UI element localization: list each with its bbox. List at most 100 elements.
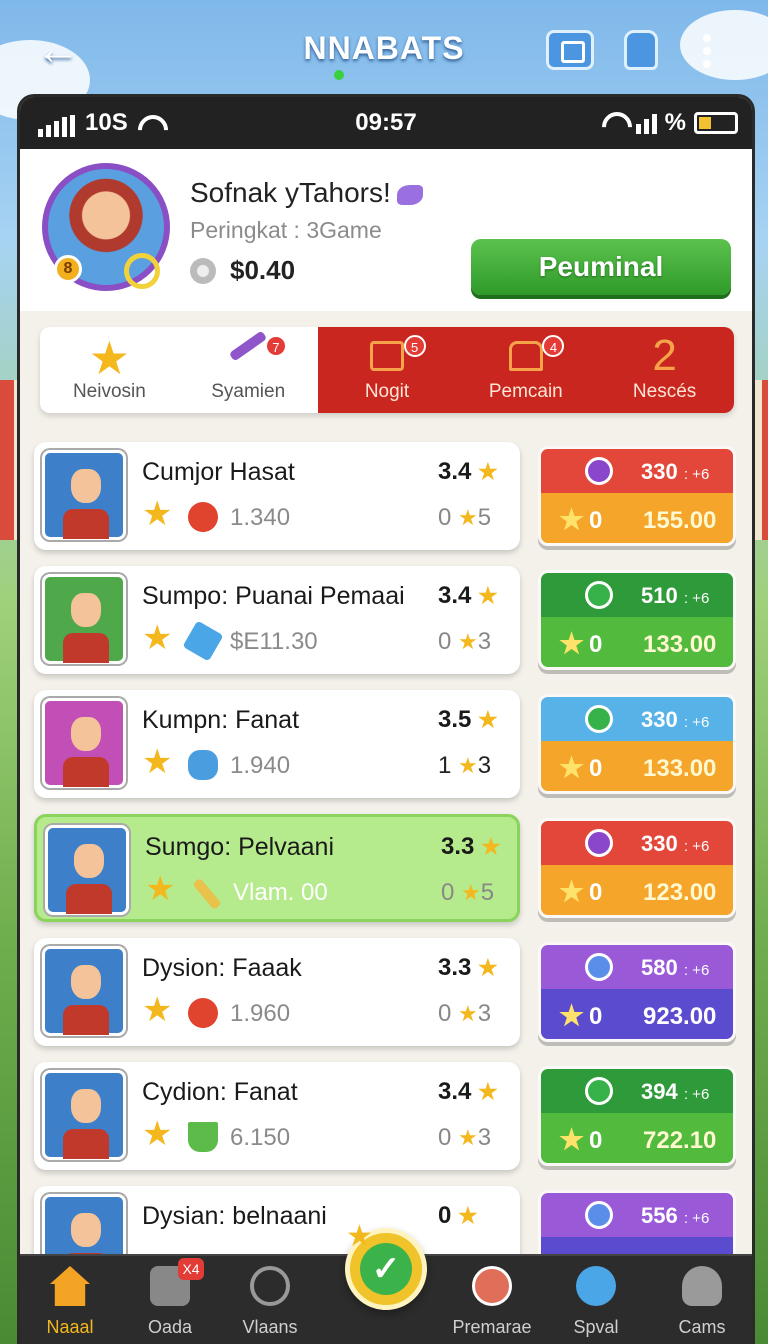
badge-amount: 722.10 bbox=[643, 1127, 717, 1154]
star-count: 0 ★3 bbox=[438, 628, 492, 655]
nav-item-home[interactable]: Naaal bbox=[20, 1256, 120, 1344]
nav-item-oada[interactable]: X4 Oada bbox=[120, 1256, 220, 1344]
star-icon: ★ bbox=[461, 880, 481, 905]
star-count: 0 ★3 bbox=[438, 1000, 492, 1027]
check-icon bbox=[585, 953, 613, 981]
list-item[interactable]: Kumpn: Fanat 3.5 ★ ★ 1.940 1 ★3 330 : +6 ★ 0 133… bbox=[34, 690, 738, 814]
person-icon bbox=[682, 1266, 722, 1306]
game-card[interactable]: Sumpo: Puanai Pemaai 3.4 ★ ★ $E11.30 0 ★3 bbox=[34, 566, 520, 674]
radar-icon bbox=[250, 1266, 290, 1306]
badge-score: 330 : +6 bbox=[641, 707, 710, 732]
list-item[interactable]: Dysion: Faaak 3.3 ★ ★ 1.960 0 ★3 580 : +6 ★ 0 92… bbox=[34, 938, 738, 1062]
player-thumbnail bbox=[42, 946, 126, 1036]
sparkle-icon bbox=[396, 184, 423, 205]
price: Vlam. 00 bbox=[233, 879, 328, 906]
badge-count: 0 bbox=[589, 879, 603, 906]
ring-icon bbox=[124, 253, 160, 289]
list-item[interactable]: Sumpo: Puanai Pemaai 3.4 ★ ★ $E11.30 0 ★3 510… bbox=[34, 566, 738, 690]
nav-item-cams[interactable]: Cams bbox=[652, 1256, 752, 1344]
game-list: Cumjor Hasat 3.4 ★ ★ 1.340 0 ★5 330 : +6 ★ 0 155… bbox=[34, 442, 738, 1310]
star-icon: ★ bbox=[478, 583, 498, 608]
star-icon: ★ bbox=[142, 495, 173, 533]
battery-icon bbox=[694, 112, 738, 134]
badge-count: 0 bbox=[589, 1003, 603, 1030]
game-card[interactable]: Cydion: Fanat 3.4 ★ ★ 6.150 0 ★3 bbox=[34, 1062, 520, 1170]
score-badge[interactable]: 330 : +6 ★ 0 123.00 bbox=[538, 818, 736, 918]
badge-count: 0 bbox=[589, 631, 603, 658]
star-icon: ★ bbox=[559, 1000, 585, 1031]
star-icon: ★ bbox=[88, 332, 131, 384]
tab-label: Neivosin bbox=[72, 381, 146, 402]
nav-item-vlaans[interactable]: Vlaans bbox=[220, 1256, 320, 1344]
status-bar: 10S 09:57 % bbox=[20, 97, 752, 149]
tab-label: Syamien bbox=[211, 381, 286, 402]
tab-nesces[interactable]: 2 Nescés bbox=[595, 327, 734, 413]
badge-score: 330 : +6 bbox=[641, 831, 710, 856]
badge-amount: 133.00 bbox=[643, 755, 717, 782]
tab-nogit[interactable]: 5 Nogit bbox=[317, 327, 457, 413]
star-icon: ★ bbox=[458, 1125, 478, 1150]
notification-badge: X4 bbox=[178, 1258, 204, 1280]
ticket-icon[interactable] bbox=[546, 30, 594, 70]
star-count: 0 ★3 bbox=[438, 1124, 492, 1151]
score-badge[interactable]: 580 : +6 ★ 0 923.00 bbox=[538, 942, 736, 1042]
battery-percent: % bbox=[664, 109, 686, 136]
nav-label: Vlaans bbox=[242, 1317, 298, 1337]
tab-syamien[interactable]: 7 Syamien bbox=[178, 327, 318, 413]
home-icon bbox=[50, 1266, 90, 1306]
arrow-icon bbox=[182, 620, 224, 662]
badge-count: 0 bbox=[589, 1127, 603, 1154]
nav-label: Premarae bbox=[452, 1317, 532, 1337]
game-card[interactable]: Sumgo: Pelvaani 3.3 ★ ★ Vlam. 00 0 ★5 bbox=[34, 814, 520, 922]
check-fab-button[interactable]: ★ ✓ bbox=[345, 1220, 427, 1310]
check-icon bbox=[585, 581, 613, 609]
level-badge: 8 bbox=[54, 255, 82, 283]
game-card[interactable]: Dysion: Faaak 3.3 ★ ★ 1.960 0 ★3 bbox=[34, 938, 520, 1046]
score-badge[interactable]: 330 : +6 ★ 0 155.00 bbox=[538, 446, 736, 546]
nav-item-spval[interactable]: Spval bbox=[546, 1256, 646, 1344]
score-badge[interactable]: 394 : +6 ★ 0 722.10 bbox=[538, 1066, 736, 1166]
list-item[interactable]: Cydion: Fanat 3.4 ★ ★ 6.150 0 ★3 394 : +6 ★ 0 72… bbox=[34, 1062, 738, 1186]
star-icon: ★ bbox=[142, 743, 173, 781]
hand-icon[interactable] bbox=[624, 30, 658, 70]
star-icon: ★ bbox=[559, 752, 585, 783]
spiral-icon bbox=[576, 1266, 616, 1306]
badge-amount: 155.00 bbox=[643, 507, 717, 534]
ticket-icon bbox=[369, 341, 404, 371]
star-icon: ★ bbox=[458, 753, 478, 778]
tab-label: Nescés bbox=[632, 381, 697, 402]
star-icon: ★ bbox=[458, 629, 478, 654]
list-item[interactable]: Sumgo: Pelvaani 3.3 ★ ★ Vlam. 00 0 ★5 330 : +… bbox=[34, 814, 738, 938]
check-icon bbox=[585, 1201, 613, 1229]
bottom-nav: Naaal X4 Oada Vlaans ★ ✓ Premarae Spval … bbox=[20, 1220, 752, 1344]
fish-icon bbox=[188, 750, 218, 780]
more-menu-icon[interactable] bbox=[700, 32, 714, 72]
score-badge[interactable]: 510 : +6 ★ 0 133.00 bbox=[538, 570, 736, 670]
profile-rank: Peringkat : 3Game bbox=[190, 217, 382, 243]
badge-count: 0 bbox=[589, 755, 603, 782]
tab-neivosin[interactable]: ★ Neivosin bbox=[40, 327, 179, 413]
list-item[interactable]: Cumjor Hasat 3.4 ★ ★ 1.340 0 ★5 330 : +6 ★ 0 155… bbox=[34, 442, 738, 566]
nav-item-premarae[interactable]: Premarae bbox=[442, 1256, 542, 1344]
coin-icon bbox=[190, 257, 216, 284]
tab-pemcain[interactable]: 4 Pemcain bbox=[456, 327, 596, 413]
rating: 3.4 ★ bbox=[438, 458, 498, 485]
apple-icon bbox=[188, 998, 218, 1028]
game-card[interactable]: Kumpn: Fanat 3.5 ★ ★ 1.940 1 ★3 bbox=[34, 690, 520, 798]
game-name: Sumpo: Puanai Pemaai bbox=[142, 582, 405, 610]
game-name: Dysian: belnaani bbox=[142, 1202, 327, 1230]
rating: 3.5 ★ bbox=[438, 706, 498, 733]
category-tabs: ★ Neivosin 7 Syamien 5 Nogit 4 Pemcain 2… bbox=[40, 327, 734, 413]
phone-panel: 10S 09:57 % 8 Sofnak yTahors! Peringkat … bbox=[20, 97, 752, 1344]
notification-badge: 7 bbox=[264, 335, 287, 357]
player-thumbnail bbox=[42, 698, 126, 788]
primary-button[interactable]: Peuminal bbox=[471, 239, 731, 295]
rating: 0 ★ bbox=[438, 1202, 478, 1229]
star-icon: ★ bbox=[458, 1001, 478, 1026]
score-badge[interactable]: 330 : +6 ★ 0 133.00 bbox=[538, 694, 736, 794]
player-thumbnail bbox=[45, 825, 129, 915]
price: 1.340 bbox=[230, 504, 291, 531]
rating: 3.3 ★ bbox=[441, 833, 501, 860]
game-card[interactable]: Cumjor Hasat 3.4 ★ ★ 1.340 0 ★5 bbox=[34, 442, 520, 550]
badge-score: 556 : +6 bbox=[641, 1203, 710, 1228]
